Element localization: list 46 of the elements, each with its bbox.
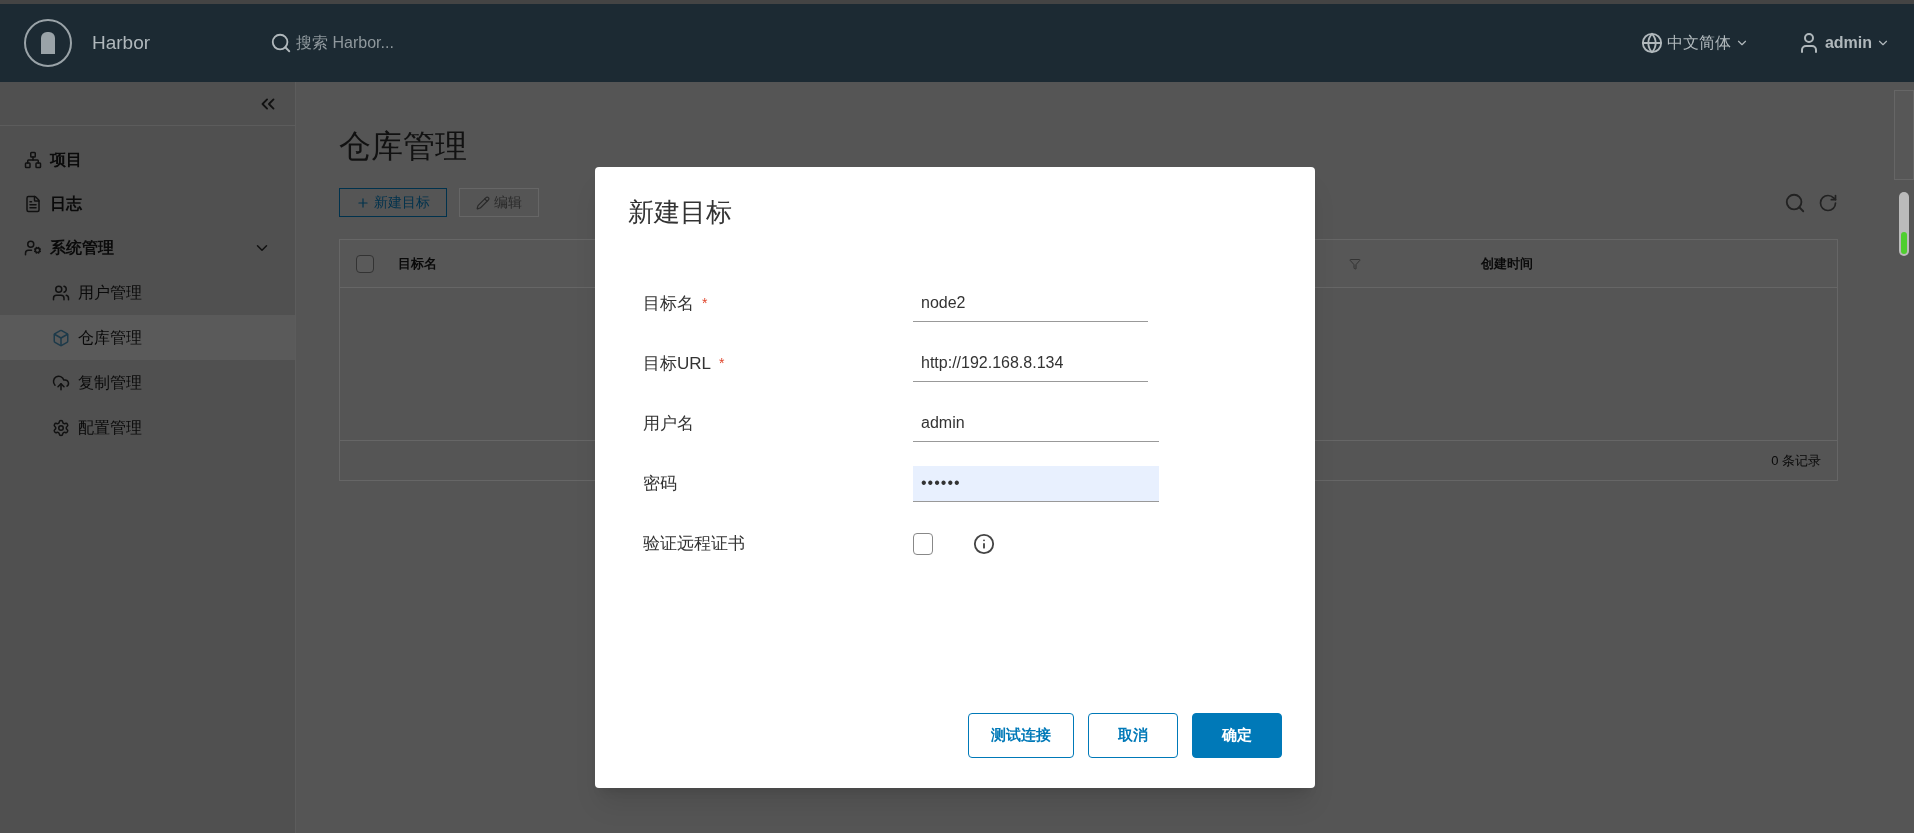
sidebar-subitem[interactable]: 仓库管理 bbox=[0, 315, 295, 360]
filter-icon[interactable] bbox=[1349, 257, 1361, 270]
dialog-button[interactable]: 确定 bbox=[1192, 713, 1282, 758]
field-label: 验证远程证书 bbox=[643, 532, 745, 555]
logo-icon bbox=[24, 19, 72, 67]
user-menu[interactable]: admin bbox=[1796, 31, 1890, 55]
record-count: 0 条记录 bbox=[1771, 451, 1821, 470]
password-field[interactable]: •••••• bbox=[913, 465, 1159, 502]
sidebar-subitem[interactable]: 用户管理 bbox=[0, 270, 295, 315]
search-field[interactable]: 搜索 Harbor... bbox=[296, 31, 504, 55]
checkbox[interactable] bbox=[913, 532, 933, 555]
select-all-checkbox[interactable] bbox=[356, 254, 374, 273]
language-menu[interactable]: 中文简体 bbox=[1640, 31, 1749, 55]
refresh-icon[interactable] bbox=[1818, 192, 1838, 213]
sidebar-subitem[interactable]: 复制管理 bbox=[0, 360, 295, 405]
field-label: 密码 bbox=[643, 472, 677, 495]
sidebar-item-icon bbox=[24, 151, 42, 169]
sidebar-item[interactable]: 系统管理 bbox=[0, 226, 295, 270]
sidebar-item-icon bbox=[24, 195, 42, 213]
sidebar-subitem[interactable]: 配置管理 bbox=[0, 405, 295, 450]
brand-name: Harbor bbox=[92, 30, 151, 55]
sidebar-subitem-icon bbox=[52, 418, 70, 437]
page-title: 仓库管理 bbox=[339, 127, 468, 166]
dialog-button[interactable]: 取消 bbox=[1088, 713, 1178, 758]
field-label: 目标URL bbox=[643, 352, 711, 375]
dialog-button[interactable]: 测试连接 bbox=[968, 713, 1074, 758]
field-label: 用户名 bbox=[643, 412, 694, 435]
search-icon[interactable] bbox=[1784, 191, 1806, 214]
sidebar-subitem-icon bbox=[52, 373, 70, 392]
sidebar-subitem-icon bbox=[52, 328, 70, 347]
column-header: 创建时间 bbox=[1481, 254, 1534, 273]
sidebar-item[interactable]: 项目 bbox=[0, 138, 295, 182]
info-icon[interactable] bbox=[973, 532, 995, 555]
globe-icon bbox=[1640, 32, 1663, 54]
required-mark: * bbox=[719, 354, 725, 373]
sidebar-item[interactable]: 日志 bbox=[0, 182, 295, 226]
dialog-title: 新建目标 bbox=[628, 196, 733, 229]
sidebar-subitem-icon bbox=[52, 283, 70, 302]
search-icon bbox=[270, 32, 293, 54]
pencil-icon bbox=[476, 195, 490, 210]
scrollbar-thumb[interactable] bbox=[1899, 192, 1909, 256]
sidebar-item-icon bbox=[24, 239, 42, 257]
plus-icon bbox=[356, 195, 370, 210]
column-header: 目标名 bbox=[398, 254, 437, 273]
field-label: 目标名 bbox=[643, 292, 694, 315]
required-mark: * bbox=[702, 294, 708, 313]
